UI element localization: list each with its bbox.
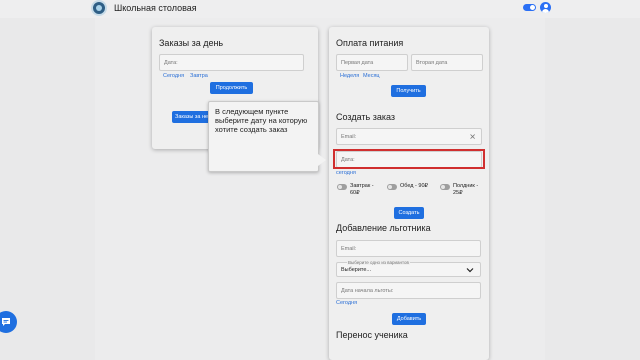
admin-card: Оплата питания Первая дата Вторая дата Н… xyxy=(329,27,489,360)
add-beneficiary-button[interactable]: Добавить xyxy=(392,313,426,325)
chevron-down-icon xyxy=(466,267,474,272)
month-link[interactable]: Месяц xyxy=(363,73,380,79)
benefit-type-select[interactable]: Выберите одно из вариантов Выберите... xyxy=(336,260,481,277)
breakfast-label: Завтрак -60₽ xyxy=(350,183,374,196)
breakfast-switch[interactable] xyxy=(337,184,347,190)
order-today-link[interactable]: сегодня xyxy=(336,170,356,176)
beneficiary-email-input[interactable]: Email: xyxy=(336,240,481,257)
transfer-title: Перенос ученика xyxy=(336,330,408,340)
order-email-placeholder: Email: xyxy=(341,133,357,140)
orders-date-placeholder: Дата: xyxy=(164,59,178,66)
lunch-switch[interactable] xyxy=(387,184,397,190)
chat-button[interactable] xyxy=(0,311,17,333)
lunch-label: Обед - 90₽ xyxy=(400,183,429,189)
top-navbar: Школьная столовая xyxy=(0,0,640,18)
clear-icon[interactable]: ✕ xyxy=(469,132,476,141)
beneficiary-email-placeholder: Email: xyxy=(341,245,357,252)
continue-button[interactable]: Продолжить xyxy=(210,82,253,94)
first-date-placeholder: Первая дата xyxy=(341,59,374,66)
school-logo-icon[interactable] xyxy=(91,0,107,16)
benefit-start-date-placeholder: Дата начала льготы: xyxy=(341,287,394,294)
tooltip-text: В следующем пункте выберите дату на кото… xyxy=(215,107,308,134)
select-floating-label: Выберите одно из вариантов xyxy=(347,260,410,265)
tutorial-highlight xyxy=(333,149,485,169)
tooltip-arrow xyxy=(318,154,326,166)
first-date-input[interactable]: Первая дата xyxy=(336,54,408,71)
create-order-title: Создать заказ xyxy=(336,112,396,122)
app-title[interactable]: Школьная столовая xyxy=(114,3,197,13)
orders-tomorrow-link[interactable]: Завтра xyxy=(190,73,208,79)
second-date-input[interactable]: Вторая дата xyxy=(411,54,483,71)
tutorial-tooltip: В следующем пункте выберите дату на кото… xyxy=(208,101,319,172)
orders-day-title: Заказы за день xyxy=(159,38,224,48)
get-payment-button[interactable]: Получить xyxy=(391,85,426,97)
payment-title: Оплата питания xyxy=(336,38,404,48)
chat-icon xyxy=(2,318,10,326)
beneficiary-title: Добавление льготника xyxy=(336,223,431,233)
beneficiary-today-link[interactable]: Сегодня xyxy=(336,300,357,306)
user-account-icon[interactable] xyxy=(540,2,551,13)
create-order-button[interactable]: Создать xyxy=(394,207,424,219)
theme-toggle[interactable] xyxy=(523,4,536,11)
select-value: Выберите... xyxy=(341,266,372,273)
benefit-start-date-input[interactable]: Дата начала льготы: xyxy=(336,282,481,299)
order-email-input[interactable]: Email: ✕ xyxy=(336,128,482,145)
second-date-placeholder: Вторая дата xyxy=(416,59,448,66)
week-link[interactable]: Неделя xyxy=(340,73,359,79)
orders-today-link[interactable]: Сегодня xyxy=(163,73,184,79)
snack-label: Полдник -25₽ xyxy=(453,183,479,196)
snack-switch[interactable] xyxy=(440,184,450,190)
orders-date-input[interactable]: Дата: xyxy=(159,54,304,71)
